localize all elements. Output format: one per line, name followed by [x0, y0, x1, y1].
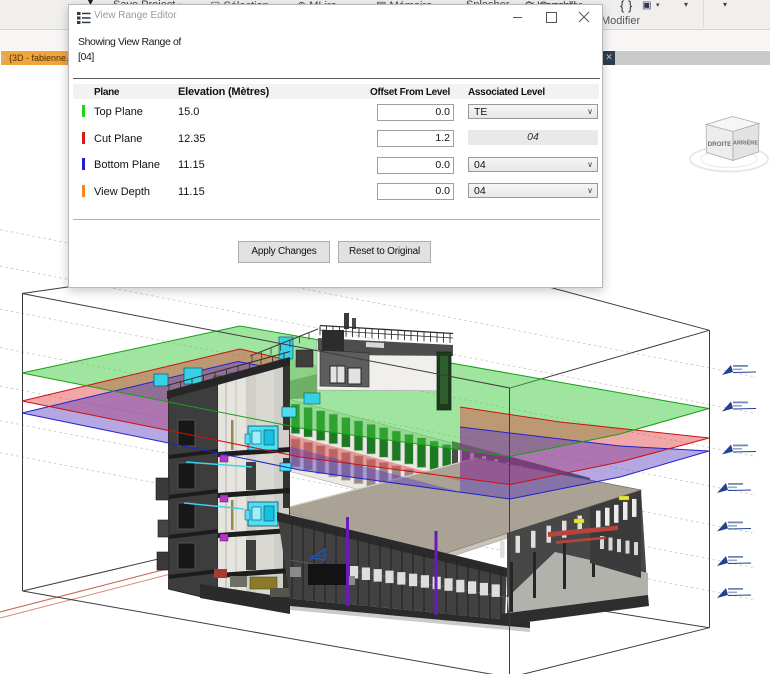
svg-text:DROITE: DROITE — [708, 141, 732, 148]
svg-text:ARRIÈRE: ARRIÈRE — [733, 139, 758, 147]
